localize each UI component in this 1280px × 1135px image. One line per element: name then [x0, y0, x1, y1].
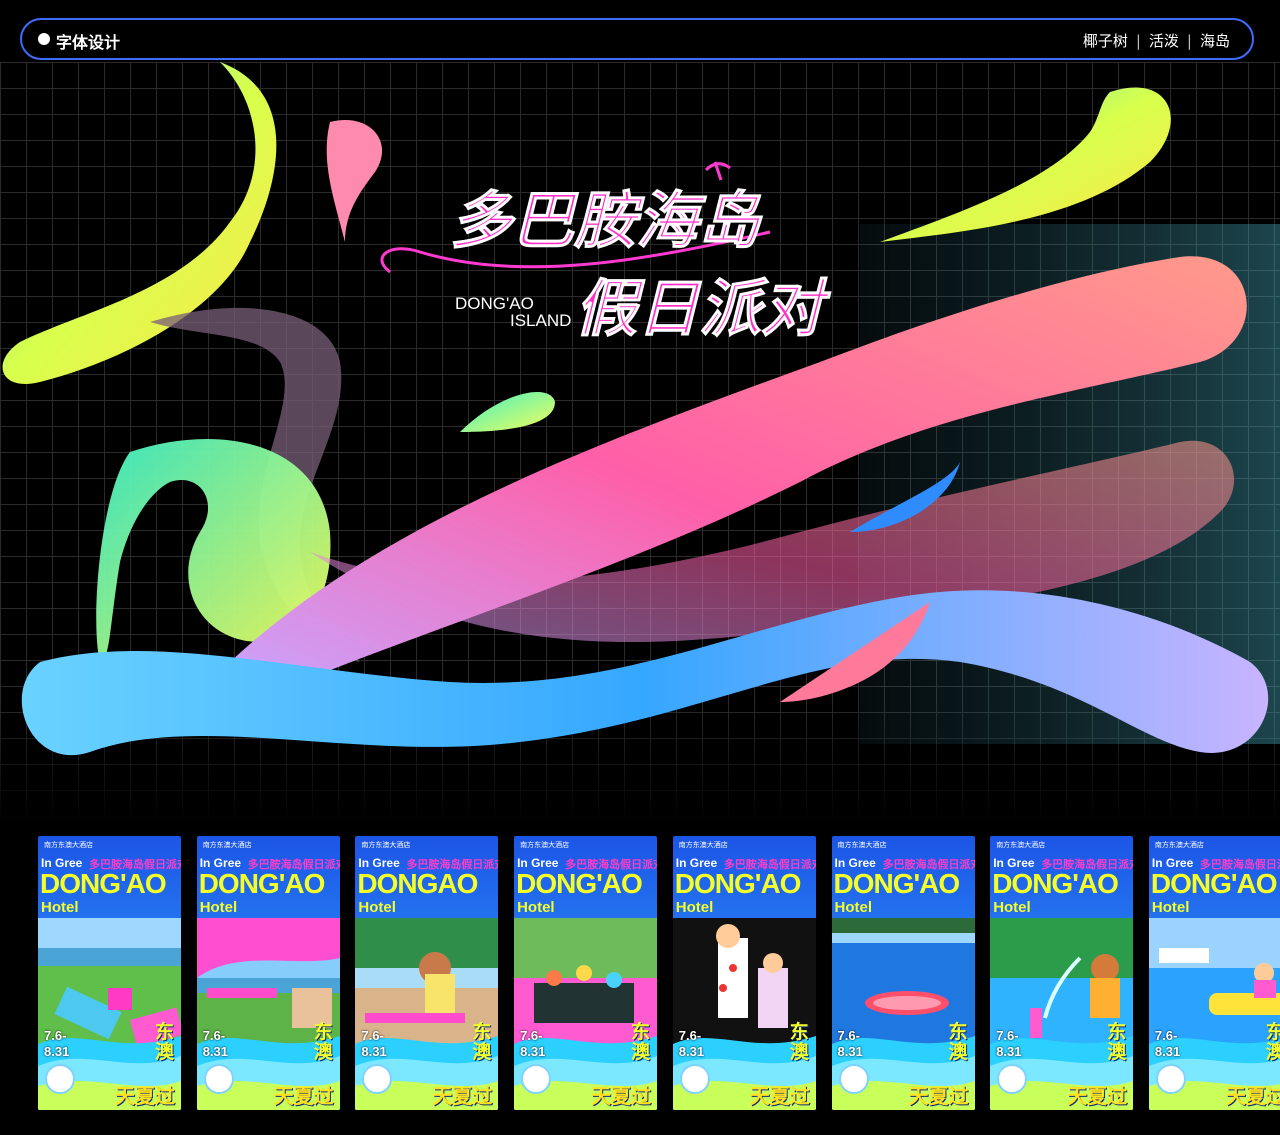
poster-date-end: 8.31 — [44, 1044, 70, 1059]
title-line-2: 假日派对 — [575, 272, 831, 345]
hotel-logo-text: 南方东澳大酒店 — [361, 841, 411, 849]
poster-date-start: 7.6- — [520, 1028, 543, 1043]
poster-date-start: 7.6- — [837, 1028, 860, 1043]
palm-tree-icon — [704, 161, 731, 181]
badge-seal-icon — [1155, 1064, 1186, 1094]
poster-hotel-word: Hotel — [199, 899, 238, 916]
poster-hotel-word: Hotel — [1151, 899, 1190, 916]
badge-seal-icon — [997, 1064, 1028, 1094]
separator: | — [1186, 31, 1192, 50]
tag-list: 椰子树 | 活泼 | 海岛 — [1083, 30, 1230, 51]
tag-lively: 活泼 — [1148, 32, 1179, 50]
poster-dongao-text: 东澳 — [1265, 1021, 1280, 1063]
poster-date-end: 8.31 — [361, 1044, 387, 1059]
poster-date-start: 7.6- — [202, 1028, 226, 1043]
poster-hotel-word: Hotel — [993, 899, 1031, 916]
badge-seal-icon — [838, 1064, 869, 1094]
poster-slogan: 天夏过 — [273, 1084, 334, 1108]
title-lettering: 多巴胺海岛 假日派对 DONG'AO ISLAND — [380, 161, 832, 346]
header-bar: 字体设计 椰子树 | 活泼 | 海岛 — [20, 18, 1254, 60]
poster-dongao-text: 东澳 — [1107, 1021, 1127, 1063]
hotel-logo-text: 南方东澳大酒店 — [996, 841, 1046, 849]
hotel-logo-text: 南方东澳大酒店 — [520, 841, 570, 849]
poster-headline: DONG'AO — [992, 868, 1119, 899]
poster-card: 南方东澳大酒店In Gree多巴胺海岛假日派对DONG'AOHotel7.6-8… — [38, 836, 181, 1110]
bullet-icon — [38, 33, 50, 45]
poster-date-start: 7.6- — [44, 1028, 67, 1043]
poster-headline: DONG'AO — [40, 868, 167, 899]
poster-date-start: 7.6- — [996, 1028, 1019, 1043]
poster-hotel-word: Hotel — [41, 899, 79, 916]
poster-hotel-word: Hotel — [675, 899, 714, 916]
poster-card: 南方东澳大酒店In Gree多巴胺海岛假日派对DONG'AOHotel7.6-8… — [196, 836, 340, 1110]
poster-slogan: 天夏过 — [591, 1084, 652, 1108]
poster-date-start: 7.6- — [1154, 1028, 1178, 1043]
poster-slogan: 天夏过 — [749, 1084, 810, 1108]
poster-headline: DONG'AO — [674, 868, 802, 899]
badge-seal-icon — [45, 1064, 75, 1094]
hotel-logo-text: 南方东澳大酒店 — [837, 841, 887, 849]
poster-row: 南方东澳大酒店 In Gree 多巴胺海岛假日派对 DONG'AO Hotel 7.6- 8… — [38, 836, 1280, 1110]
separator: | — [1135, 31, 1141, 50]
poster-headline: DONG'AO — [833, 868, 961, 899]
badge-seal-icon — [679, 1064, 710, 1094]
poster-date-end: 8.31 — [1154, 1044, 1181, 1059]
poster-date-end: 8.31 — [520, 1044, 546, 1059]
hero-artwork: 多巴胺海岛 假日派对 DONG'AO ISLAND — [0, 62, 1280, 822]
poster-dongao-text: 东澳 — [313, 1021, 333, 1063]
poster-dongao-text: 东澳 — [155, 1021, 175, 1063]
poster-headline: DONG'AO — [1150, 868, 1278, 899]
hotel-logo-text: 南方东澳大酒店 — [1154, 841, 1204, 849]
poster-dongao-text: 东澳 — [472, 1021, 492, 1063]
poster-dongao-text: 东澳 — [948, 1021, 968, 1063]
badge-seal-icon — [521, 1064, 552, 1094]
poster-card: 南方东澳大酒店In Gree多巴胺海岛假日派对DONG'AOHotel7.6-8… — [514, 836, 658, 1110]
hotel-logo-text: 南方东澳大酒店 — [202, 841, 252, 849]
poster-date-end: 8.31 — [202, 1044, 228, 1059]
poster-slogan: 天夏过 — [908, 1084, 969, 1108]
poster-card: 南方东澳大酒店In Gree多巴胺海岛假日派对DONG'AOHotel7.6-8… — [1148, 836, 1280, 1110]
english-line-2: ISLAND — [510, 311, 571, 330]
poster-card: 南方东澳大酒店In Gree多巴胺海岛假日派对DONG'AOHotel7.6-8… — [672, 836, 816, 1110]
poster-dongao-text: 东澳 — [789, 1021, 809, 1063]
poster-card: 南方东澳大酒店In Gree多巴胺海岛假日派对DONG'AOHotel7.6-8… — [990, 836, 1134, 1110]
poster-hotel-word: Hotel — [517, 899, 555, 916]
poster-slogan: 天夏过 — [1067, 1084, 1128, 1108]
poster-headline: DONG'AO — [198, 868, 326, 899]
section-label: 字体设计 — [56, 33, 121, 52]
poster-headline: DONGAO — [357, 868, 478, 899]
poster-card: 南方东澳大酒店 In Gree 多巴胺海岛假日派对 DONGAO Hotel 7.6- 8.… — [355, 836, 499, 1110]
poster-date-end: 8.31 — [837, 1044, 863, 1059]
poster-hotel-word: Hotel — [358, 899, 396, 916]
badge-seal-icon — [203, 1064, 234, 1094]
hotel-logo-text: 南方东澳大酒店 — [678, 841, 728, 849]
title-line-1: 多巴胺海岛 — [450, 184, 763, 257]
poster-dongao-text: 东澳 — [631, 1021, 651, 1063]
tag-island: 海岛 — [1199, 32, 1230, 50]
poster-slogan: 天夏过 — [432, 1084, 493, 1108]
poster-date-start: 7.6- — [361, 1028, 384, 1043]
poster-date-end: 8.31 — [996, 1044, 1022, 1059]
tag-coconut: 椰子树 — [1082, 32, 1128, 50]
poster-headline: DONG'AO — [516, 868, 643, 899]
poster-hotel-word: Hotel — [834, 899, 873, 916]
poster-slogan: 天夏过 — [115, 1084, 175, 1108]
poster-card: 南方东澳大酒店In Gree多巴胺海岛假日派对DONG'AOHotel7.6-8… — [831, 836, 975, 1110]
poster-date-start: 7.6- — [678, 1028, 702, 1043]
poster-date-end: 8.31 — [678, 1044, 705, 1059]
poster-slogan: 天夏过 — [1225, 1084, 1280, 1108]
hotel-logo-text: 南方东澳大酒店 — [44, 841, 93, 849]
